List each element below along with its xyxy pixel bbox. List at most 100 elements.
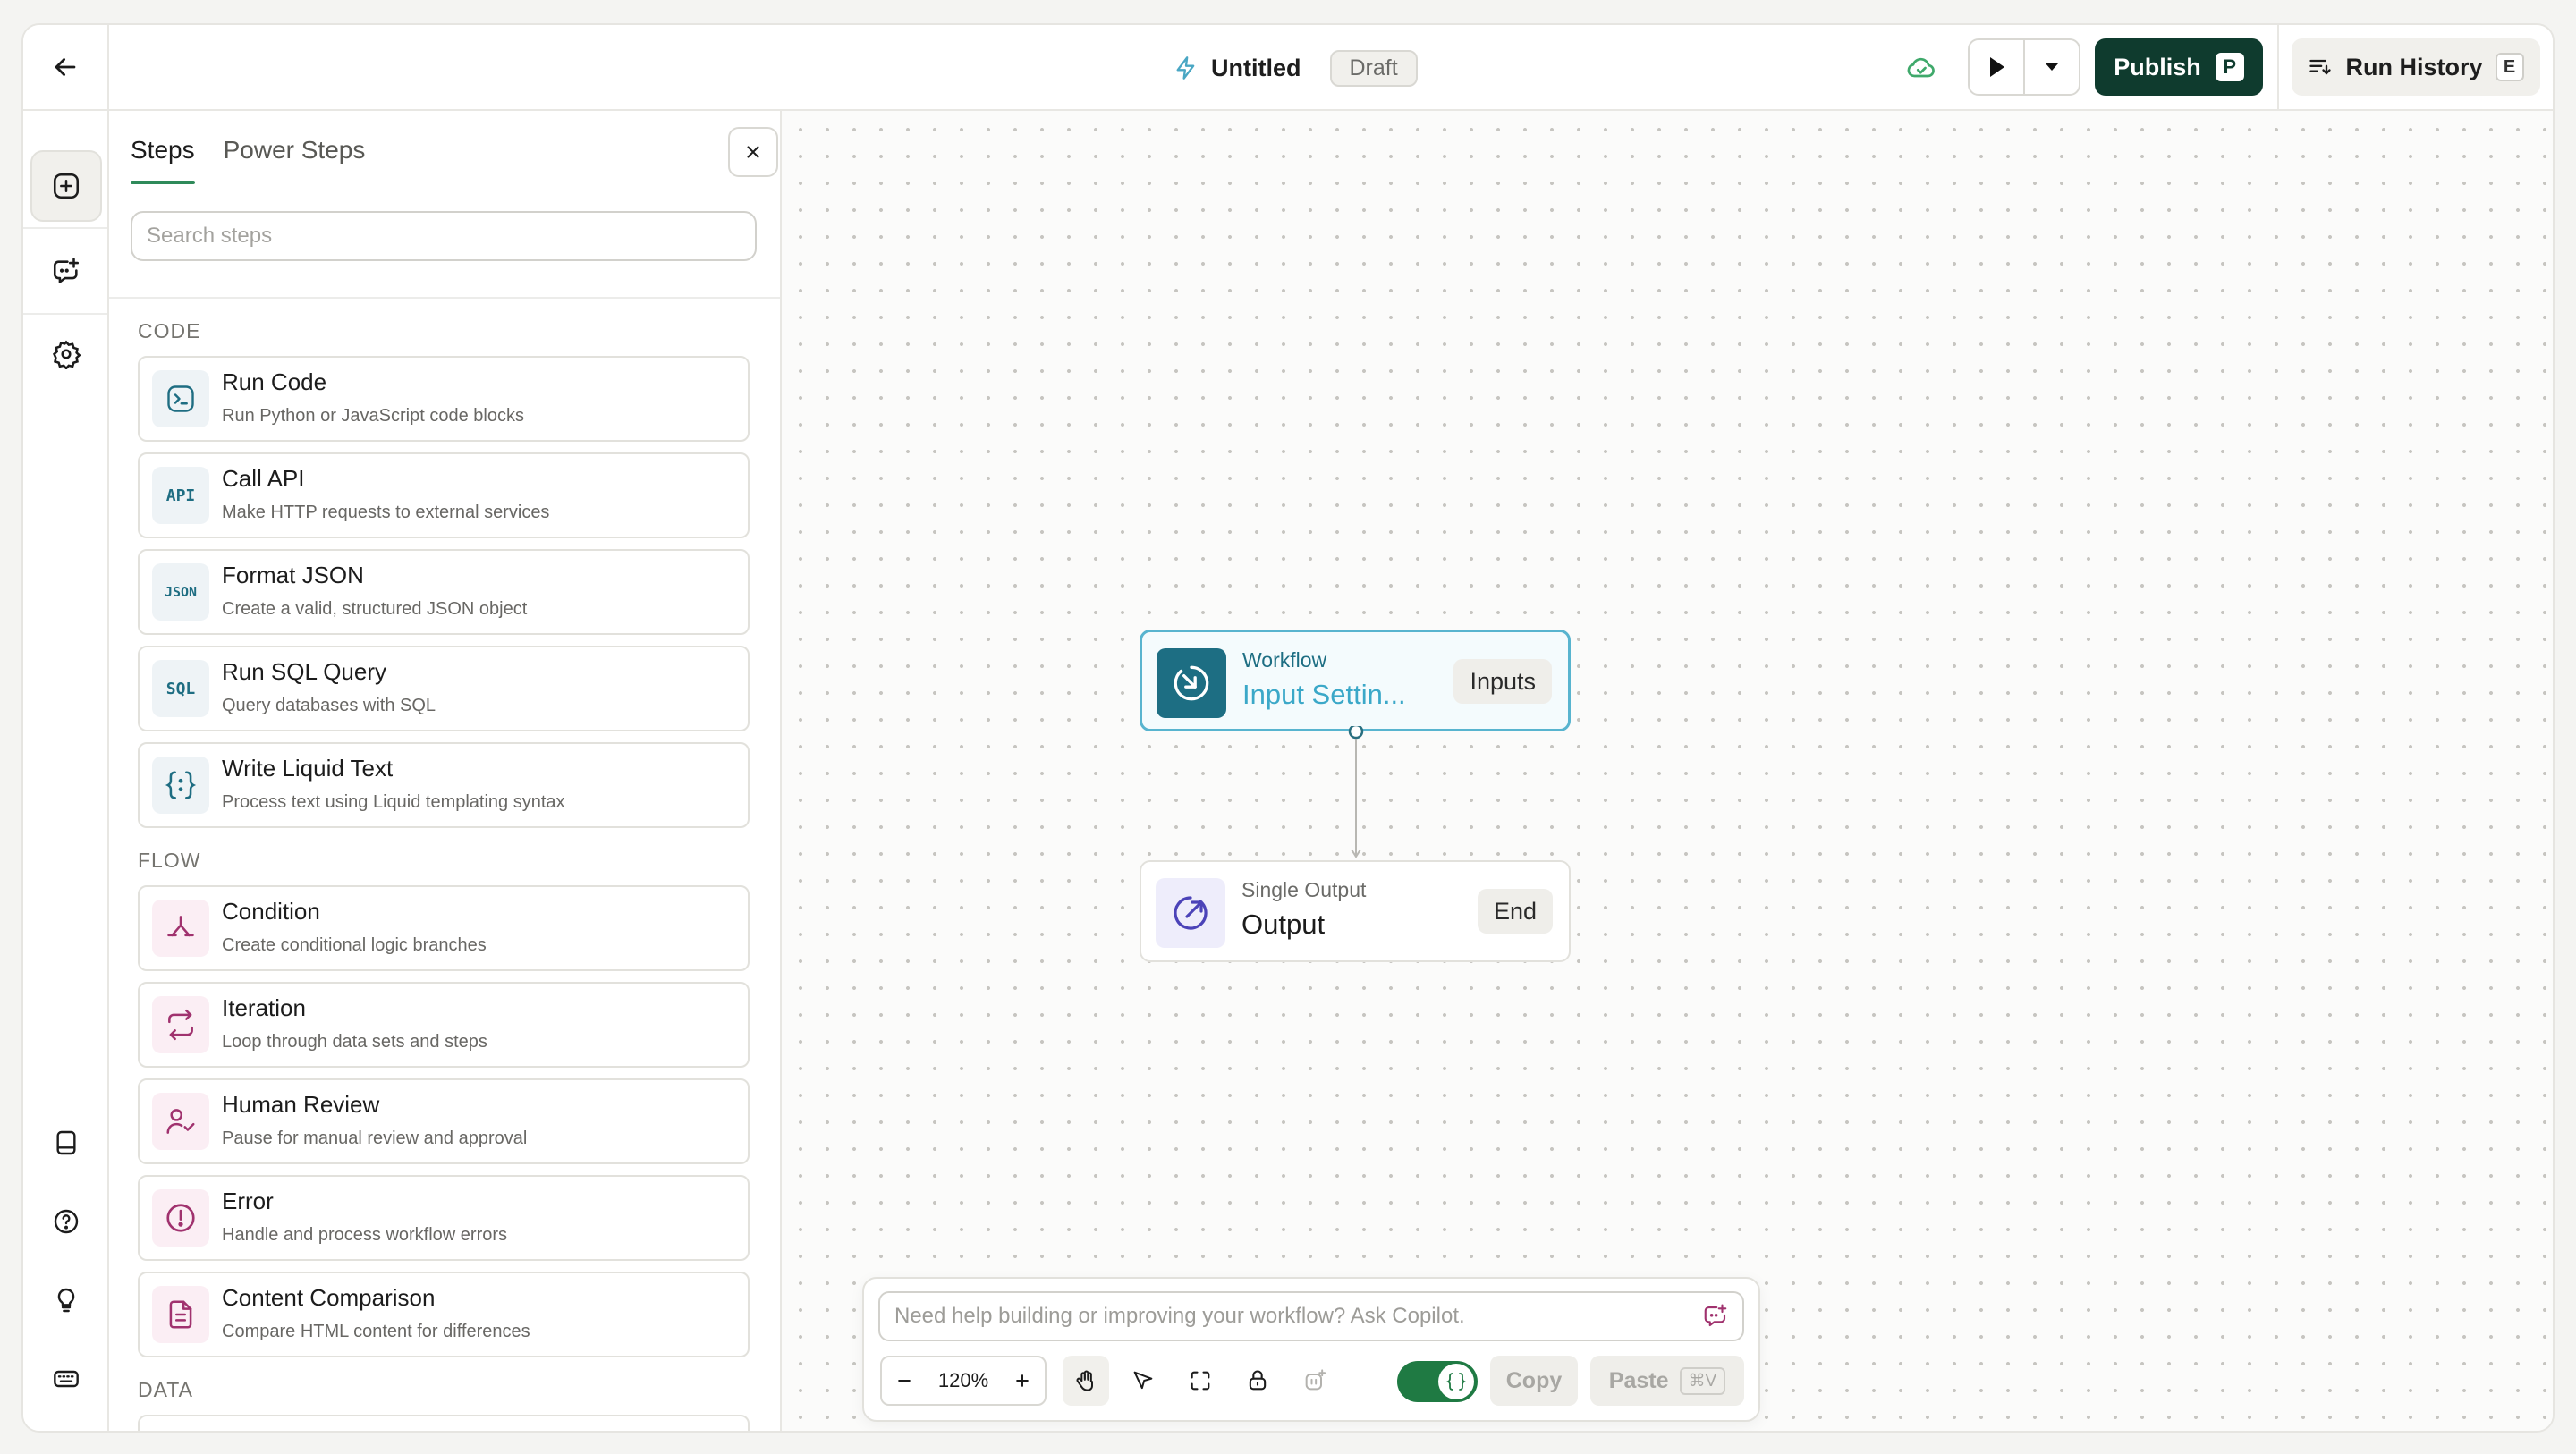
copilot-input[interactable] xyxy=(878,1291,1744,1341)
node-single-output[interactable]: Single Output Output End xyxy=(1140,860,1571,962)
step-condition[interactable]: Condition Create conditional logic branc… xyxy=(138,885,750,971)
back-button[interactable] xyxy=(23,25,109,109)
user-check-icon xyxy=(152,1093,209,1150)
step-title: Condition xyxy=(222,898,320,925)
rail-divider xyxy=(23,227,107,229)
help-circle-icon xyxy=(54,1209,79,1234)
step-title: Write Liquid Text xyxy=(222,755,394,782)
tab-steps[interactable]: Steps xyxy=(131,125,195,184)
lock-button[interactable] xyxy=(1234,1356,1281,1406)
step-call-api[interactable]: API Call API Make HTTP requests to exter… xyxy=(138,452,750,538)
top-bar: Untitled Draft Publish P Run History E xyxy=(23,25,2553,111)
step-title: Call API xyxy=(222,465,305,492)
step-content-comparison[interactable]: Content Comparison Compare HTML content … xyxy=(138,1272,750,1357)
divider xyxy=(2277,25,2279,109)
help-button[interactable] xyxy=(30,1186,102,1257)
section-header-data: DATA xyxy=(138,1377,193,1401)
settings-button[interactable] xyxy=(30,318,102,390)
step-human-review[interactable]: Human Review Pause for manual review and… xyxy=(138,1078,750,1164)
keyboard-icon xyxy=(54,1370,79,1388)
copy-button[interactable]: Copy xyxy=(1490,1356,1578,1406)
step-iteration[interactable]: Iteration Loop through data sets and ste… xyxy=(138,982,750,1068)
copy-label: Copy xyxy=(1505,1367,1563,1393)
search-steps-input[interactable] xyxy=(131,211,757,261)
alert-circle-icon xyxy=(152,1189,209,1247)
step-description: Pause for manual review and approval xyxy=(222,1129,528,1148)
step-description: Create conditional logic branches xyxy=(222,935,487,955)
section-header-code: CODE xyxy=(138,318,201,342)
run-button[interactable] xyxy=(1970,40,2023,94)
step-title: Error xyxy=(222,1188,274,1214)
publish-shortcut: P xyxy=(2215,53,2244,81)
loop-icon xyxy=(152,996,209,1053)
workflow-title[interactable]: Untitled xyxy=(1211,55,1301,82)
step-card-partial[interactable] xyxy=(138,1415,750,1431)
step-error[interactable]: Error Handle and process workflow errors xyxy=(138,1175,750,1261)
variables-toggle[interactable] xyxy=(1397,1361,1478,1402)
run-options-dropdown[interactable] xyxy=(2023,40,2079,94)
select-tool-button[interactable] xyxy=(1120,1356,1166,1406)
sparkle-layout-icon xyxy=(1305,1369,1326,1391)
step-title: Run Code xyxy=(222,368,327,395)
copilot-button[interactable] xyxy=(30,236,102,308)
plus-icon xyxy=(1016,1374,1029,1387)
steps-panel: Steps Power Steps CODE Run Code Run Pyth… xyxy=(109,111,782,1431)
step-run-sql-query[interactable]: SQL Run SQL Query Query databases with S… xyxy=(138,646,750,731)
section-header-flow: FLOW xyxy=(138,848,201,872)
plus-square-icon xyxy=(53,173,80,199)
arrow-out-circle-icon xyxy=(1156,878,1225,948)
step-list: CODE Run Code Run Python or JavaScript c… xyxy=(138,299,751,1431)
tips-button[interactable] xyxy=(30,1264,102,1336)
copilot-chat-icon[interactable] xyxy=(1701,1302,1730,1331)
node-kind: Workflow xyxy=(1242,648,1327,672)
step-description: Process text using Liquid templating syn… xyxy=(222,792,565,812)
step-title: Run SQL Query xyxy=(222,658,387,685)
workflow-canvas[interactable] xyxy=(782,111,2553,1431)
history-list-icon xyxy=(2309,59,2332,75)
run-button-group xyxy=(1968,38,2080,96)
zoom-out-button[interactable] xyxy=(891,1367,918,1394)
step-write-liquid-text[interactable]: Write Liquid Text Process text using Liq… xyxy=(138,742,750,828)
fit-view-button[interactable] xyxy=(1177,1356,1224,1406)
rail-divider xyxy=(23,313,107,315)
pan-tool-button[interactable] xyxy=(1063,1356,1109,1406)
publish-button[interactable]: Publish P xyxy=(2095,38,2263,96)
terminal-icon xyxy=(152,370,209,427)
braces-icon xyxy=(1438,1364,1474,1399)
zoom-in-button[interactable] xyxy=(1009,1367,1036,1394)
tab-power-steps[interactable]: Power Steps xyxy=(224,125,366,179)
paste-button[interactable]: Paste ⌘V xyxy=(1590,1356,1744,1406)
publish-label: Publish xyxy=(2114,53,2201,80)
step-run-code[interactable]: Run Code Run Python or JavaScript code b… xyxy=(138,356,750,442)
keyboard-shortcuts-button[interactable] xyxy=(30,1343,102,1415)
step-description: Compare HTML content for differences xyxy=(222,1322,530,1341)
lightbulb-icon xyxy=(57,1288,75,1313)
close-icon xyxy=(747,146,759,158)
docs-button[interactable] xyxy=(30,1107,102,1179)
step-description: Make HTTP requests to external services xyxy=(222,503,550,522)
step-description: Loop through data sets and steps xyxy=(222,1032,487,1052)
run-history-label: Run History xyxy=(2345,53,2483,80)
status-badge: Draft xyxy=(1329,49,1418,87)
paste-shortcut: ⌘V xyxy=(1679,1366,1726,1395)
close-panel-button[interactable] xyxy=(728,127,778,177)
add-step-button[interactable] xyxy=(30,150,102,222)
step-format-json[interactable]: JSON Format JSON Create a valid, structu… xyxy=(138,549,750,635)
node-title: Input Settin... xyxy=(1242,679,1406,710)
step-title: Content Comparison xyxy=(222,1284,436,1311)
app-window: Untitled Draft Publish P Run History E S… xyxy=(21,23,2555,1433)
auto-layout-button[interactable] xyxy=(1292,1356,1338,1406)
step-title: Iteration xyxy=(222,994,306,1021)
node-tag: End xyxy=(1477,889,1553,934)
node-tag: Inputs xyxy=(1453,659,1552,704)
step-description: Query databases with SQL xyxy=(222,696,436,715)
file-compare-icon xyxy=(152,1286,209,1343)
workflow-title-area: Untitled Draft xyxy=(1174,48,1418,88)
hand-icon xyxy=(1076,1370,1093,1391)
fit-screen-icon xyxy=(1191,1371,1210,1391)
node-workflow-inputs[interactable]: Workflow Input Settin... Inputs xyxy=(1140,630,1571,731)
node-kind: Single Output xyxy=(1241,878,1367,901)
run-history-button[interactable]: Run History E xyxy=(2292,38,2540,96)
sql-icon: SQL xyxy=(152,660,209,717)
step-description: Handle and process workflow errors xyxy=(222,1225,508,1245)
